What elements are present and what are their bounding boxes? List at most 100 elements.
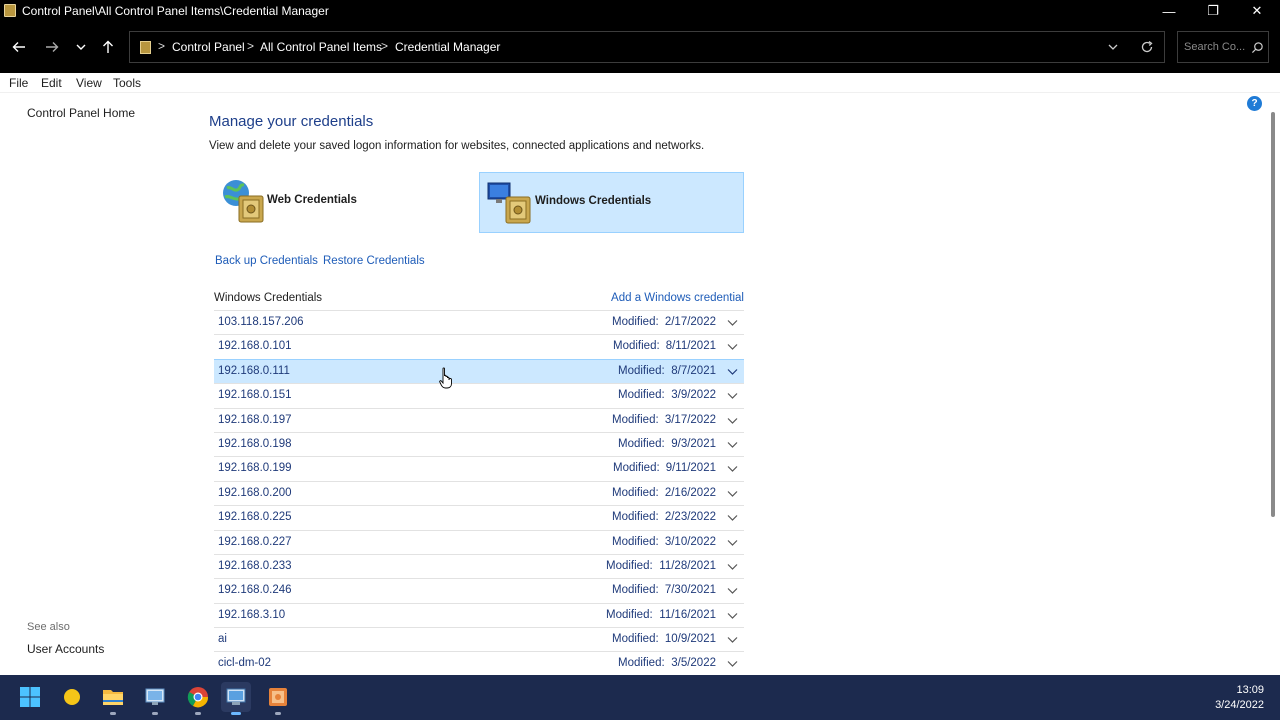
minimize-button[interactable]: — <box>1146 0 1192 22</box>
credential-name: 192.168.3.10 <box>218 608 286 621</box>
menu-edit[interactable]: Edit <box>41 76 62 90</box>
expand-chevron-icon[interactable] <box>727 539 738 547</box>
expand-chevron-icon[interactable] <box>727 343 738 351</box>
arrow-right-icon <box>46 42 59 52</box>
modified-label: Modified: <box>613 462 660 475</box>
credential-row[interactable]: cicl-dm-02 Modified: 3/5/2022 <box>214 651 744 675</box>
breadcrumb-all-items[interactable]: All Control Panel Items <box>260 40 382 54</box>
expand-chevron-icon[interactable] <box>727 490 738 498</box>
taskbar-orange-app[interactable] <box>263 682 293 715</box>
running-indicator <box>110 712 116 715</box>
credential-row[interactable]: 192.168.0.101 Modified: 8/11/2021 <box>214 334 744 358</box>
modified-date: 11/16/2021 <box>659 608 716 621</box>
search-input[interactable] <box>1184 39 1246 55</box>
running-indicator <box>275 712 281 715</box>
credential-row[interactable]: 192.168.0.225 Modified: 2/23/2022 <box>214 505 744 529</box>
taskbar-remote-desktop[interactable] <box>140 682 170 715</box>
modified-label: Modified: <box>612 511 659 524</box>
windows-credentials-label[interactable]: Windows Credentials <box>535 195 651 207</box>
expand-chevron-icon[interactable] <box>727 514 738 522</box>
control-panel-app-icon <box>4 4 16 17</box>
credential-row[interactable]: 192.168.3.10 Modified: 11/16/2021 <box>214 602 744 627</box>
address-dropdown-icon[interactable] <box>1106 40 1120 54</box>
app-orange-icon <box>269 688 287 706</box>
expand-chevron-icon[interactable] <box>727 392 738 400</box>
menu-tools[interactable]: Tools <box>113 76 141 90</box>
modified-date: 9/3/2021 <box>671 437 716 450</box>
up-button[interactable] <box>97 36 119 58</box>
expand-chevron-icon[interactable] <box>727 319 738 327</box>
expand-chevron-icon[interactable] <box>727 660 738 668</box>
search-box[interactable] <box>1177 31 1269 63</box>
search-icon[interactable] <box>1251 41 1264 54</box>
credential-row[interactable]: ai Modified: 10/9/2021 <box>214 627 744 651</box>
credential-row[interactable]: 192.168.0.151 Modified: 3/9/2022 <box>214 383 744 407</box>
breadcrumb-separator[interactable]: > <box>381 39 388 53</box>
windows-credentials-tile[interactable]: Windows Credentials <box>479 172 744 233</box>
modified-label: Modified: <box>618 657 665 670</box>
hand-cursor-icon <box>439 367 452 389</box>
menu-view[interactable]: View <box>76 76 102 90</box>
credential-row[interactable]: 192.168.0.198 Modified: 9/3/2021 <box>214 431 744 456</box>
expand-chevron-icon[interactable] <box>727 441 738 449</box>
modified-label: Modified: <box>612 316 659 328</box>
system-clock[interactable]: 13:09 3/24/2022 <box>1215 683 1264 713</box>
credential-row[interactable]: 192.168.0.246 Modified: 7/30/2021 <box>214 578 744 602</box>
credential-name: 192.168.0.197 <box>218 413 292 426</box>
control-panel-home-link[interactable]: Control Panel Home <box>27 106 135 120</box>
modified-label: Modified: <box>613 340 660 353</box>
start-button[interactable] <box>15 682 45 712</box>
taskbar-file-explorer[interactable] <box>98 682 128 715</box>
web-credentials-label[interactable]: Web Credentials <box>267 194 357 206</box>
expand-chevron-icon[interactable] <box>727 563 738 571</box>
modified-date: 2/16/2022 <box>664 486 716 499</box>
credential-row[interactable]: 103.118.157.206 Modified: 2/17/2022 <box>214 310 744 334</box>
taskbar-control-panel[interactable] <box>221 682 251 715</box>
vertical-scrollbar[interactable] <box>1267 93 1280 675</box>
web-credentials-tile[interactable]: Web Credentials <box>217 172 482 233</box>
address-bar[interactable]: > Control Panel > All Control Panel Item… <box>129 31 1165 63</box>
menu-file[interactable]: File <box>9 76 28 90</box>
expand-chevron-icon[interactable] <box>727 636 738 644</box>
breadcrumb-separator[interactable]: > <box>247 39 254 53</box>
close-button[interactable]: ✕ <box>1234 0 1280 22</box>
credential-name: 192.168.0.198 <box>218 437 292 450</box>
credential-name: 192.168.0.101 <box>218 340 292 353</box>
back-button[interactable] <box>8 36 30 58</box>
backup-credentials-link[interactable]: Back up Credentials <box>215 255 318 267</box>
expand-chevron-icon[interactable] <box>727 612 738 620</box>
expand-chevron-icon[interactable] <box>727 465 738 473</box>
main-content: ? Manage your credentials View and delet… <box>195 93 1267 675</box>
expand-chevron-icon[interactable] <box>727 417 738 425</box>
credential-row[interactable]: 192.168.0.197 Modified: 3/17/2022 <box>214 407 744 432</box>
expand-chevron-icon[interactable] <box>727 368 738 376</box>
recent-locations-button[interactable] <box>70 36 92 58</box>
arrow-up-icon <box>103 40 113 53</box>
modified-label: Modified: <box>618 437 665 450</box>
add-windows-credential-link[interactable]: Add a Windows credential <box>611 292 744 304</box>
breadcrumb-control-panel[interactable]: Control Panel <box>172 40 245 54</box>
page-title: Manage your credentials <box>209 113 374 130</box>
credential-name: 103.118.157.206 <box>218 316 304 328</box>
restore-credentials-link[interactable]: Restore Credentials <box>323 255 425 267</box>
scrollbar-thumb[interactable] <box>1271 112 1275 517</box>
credential-row[interactable]: 192.168.0.233 Modified: 11/28/2021 <box>214 553 744 578</box>
modified-date: 2/23/2022 <box>664 511 716 524</box>
refresh-icon[interactable] <box>1140 40 1154 54</box>
web-credentials-icon <box>223 180 264 223</box>
breadcrumb-credential-manager[interactable]: Credential Manager <box>395 40 500 54</box>
modified-label: Modified: <box>612 535 659 548</box>
running-indicator <box>195 712 201 715</box>
forward-button[interactable] <box>41 36 63 58</box>
credential-list-header: Windows Credentials Add a Windows creden… <box>214 292 744 310</box>
help-icon[interactable]: ? <box>1247 96 1262 111</box>
credential-row[interactable]: 192.168.0.199 Modified: 9/11/2021 <box>214 456 744 480</box>
maximize-button[interactable]: ❐ <box>1190 0 1236 22</box>
credential-row[interactable]: 192.168.0.200 Modified: 2/16/2022 <box>214 480 744 505</box>
taskbar-weather[interactable] <box>57 682 87 712</box>
expand-chevron-icon[interactable] <box>727 587 738 595</box>
credential-row[interactable]: 192.168.0.111 Modified: 8/7/2021 <box>214 358 744 384</box>
taskbar-chrome[interactable] <box>183 682 213 715</box>
user-accounts-link[interactable]: User Accounts <box>27 642 104 656</box>
credential-row[interactable]: 192.168.0.227 Modified: 3/10/2022 <box>214 529 744 554</box>
